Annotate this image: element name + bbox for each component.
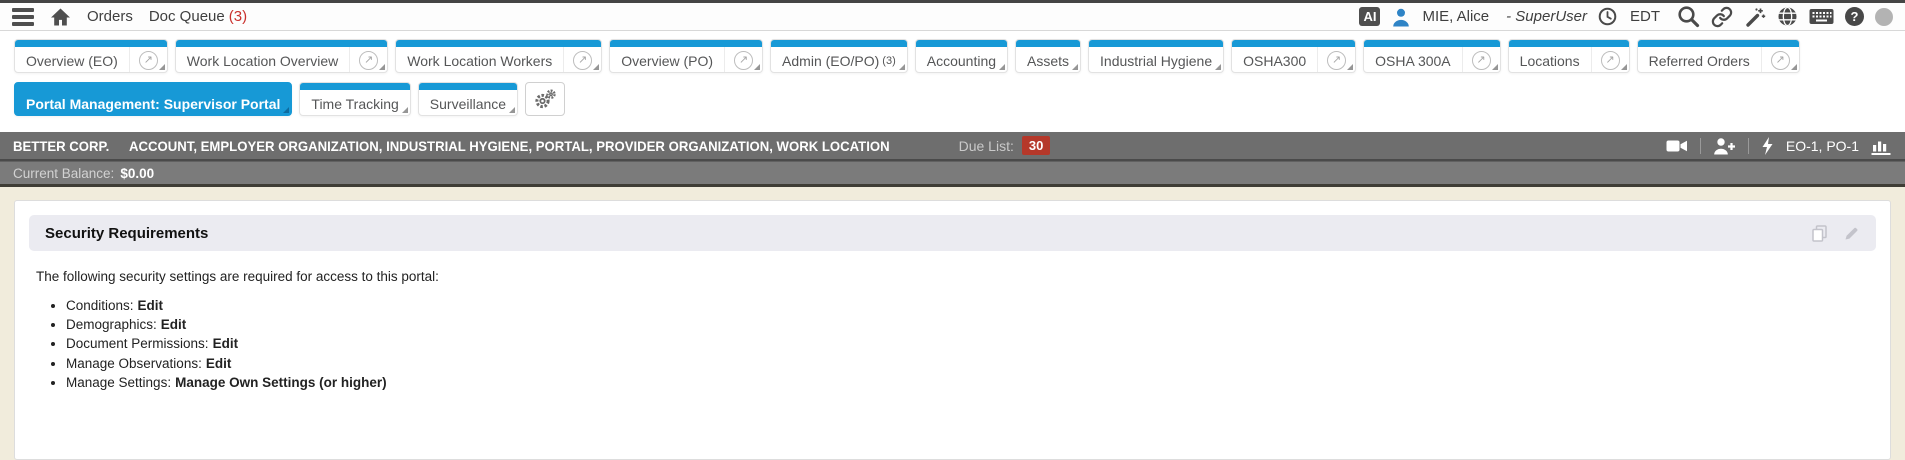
due-list-label: Due List: [959, 138, 1014, 154]
tab-accounting[interactable]: Accounting [915, 39, 1008, 73]
nav-orders-link[interactable]: Orders [87, 8, 133, 25]
admin-tab-count: (3) [882, 55, 895, 67]
tab-locations[interactable]: Locations ↗ [1508, 39, 1630, 73]
tab-drag-corner [402, 107, 408, 113]
tab-drag-corner [1791, 64, 1797, 70]
due-list-count-badge[interactable]: 30 [1022, 136, 1050, 155]
bar-chart-icon[interactable] [1871, 137, 1892, 155]
panel-header: Security Requirements [29, 215, 1876, 251]
tab-industrial-hygiene[interactable]: Industrial Hygiene [1088, 39, 1224, 73]
tab-drag-corner [899, 64, 905, 70]
add-user-icon[interactable] [1713, 137, 1736, 155]
tab-drag-corner [509, 107, 515, 113]
home-icon[interactable] [50, 7, 71, 27]
tab-work-location-overview[interactable]: Work Location Overview ↗ [175, 39, 388, 73]
globe-icon[interactable] [1777, 6, 1798, 27]
page-content: Security Requirements The following secu… [0, 187, 1905, 460]
tab-strip: Overview (EO) ↗ Work Location Overview ↗… [0, 31, 1905, 132]
tab-overview-po[interactable]: Overview (PO) ↗ [609, 39, 763, 73]
link-icon[interactable] [1711, 6, 1733, 28]
top-navbar: Orders Doc Queue(3) AI MIE, Alice - Supe… [0, 3, 1905, 31]
balance-label: Current Balance: [13, 166, 114, 181]
tab-drag-corner [283, 107, 289, 113]
chart-context-bar: BETTER CORP. ACCOUNT, EMPLOYER ORGANIZAT… [0, 132, 1905, 161]
user-role: - SuperUser [1506, 8, 1587, 25]
tab-drag-corner [1621, 64, 1627, 70]
tab-drag-corner [593, 64, 599, 70]
tab-drag-corner [379, 64, 385, 70]
requirement-item: Manage Settings:Manage Own Settings (or … [66, 375, 1872, 391]
requirement-item: Conditions:Edit [66, 298, 1872, 314]
search-icon[interactable] [1677, 5, 1700, 28]
tab-drag-corner [159, 64, 165, 70]
magic-wand-icon[interactable] [1744, 6, 1766, 28]
tab-time-tracking[interactable]: Time Tracking [299, 82, 410, 116]
edit-pencil-icon[interactable] [1843, 225, 1860, 242]
security-requirements-list: Conditions:Edit Demographics:Edit Docume… [36, 298, 1872, 391]
tab-drag-corner [1072, 64, 1078, 70]
balance-value: $0.00 [120, 166, 154, 181]
balance-bar: Current Balance: $0.00 [0, 161, 1905, 187]
panel-body: The following security settings are requ… [29, 251, 1876, 391]
user-icon[interactable] [1391, 7, 1411, 27]
tab-admin-eo-po[interactable]: Admin (EO/PO)(3) [770, 39, 908, 73]
ai-badge[interactable]: AI [1359, 7, 1380, 26]
context-scope-list: ACCOUNT, EMPLOYER ORGANIZATION, INDUSTRI… [129, 138, 890, 154]
requirement-item: Demographics:Edit [66, 317, 1872, 333]
tab-drag-corner [1347, 64, 1353, 70]
copy-document-icon[interactable] [1811, 225, 1828, 242]
quick-nav-label[interactable]: EO-1, PO-1 [1786, 138, 1859, 154]
lightning-icon[interactable] [1761, 137, 1774, 155]
tab-work-location-workers[interactable]: Work Location Workers ↗ [395, 39, 602, 73]
status-indicator-circle[interactable] [1875, 8, 1893, 26]
video-camera-icon[interactable] [1666, 138, 1688, 154]
tab-row-2: Portal Management: Supervisor Portal Tim… [14, 82, 1891, 116]
user-name[interactable]: MIE, Alice [1422, 8, 1489, 25]
security-requirements-panel: Security Requirements The following secu… [14, 200, 1891, 460]
panel-title: Security Requirements [45, 225, 208, 242]
tab-settings-gears-button[interactable] [525, 82, 565, 116]
clock-icon[interactable] [1598, 7, 1617, 26]
requirement-item: Manage Observations:Edit [66, 356, 1872, 372]
keyboard-icon[interactable] [1809, 8, 1834, 25]
tab-drag-corner [999, 64, 1005, 70]
doc-queue-count: (3) [229, 8, 247, 25]
tab-referred-orders[interactable]: Referred Orders ↗ [1637, 39, 1800, 73]
help-icon[interactable]: ? [1845, 7, 1864, 26]
timezone-label: EDT [1630, 8, 1660, 25]
security-intro-text: The following security settings are requ… [36, 269, 1872, 284]
tab-overview-eo[interactable]: Overview (EO) ↗ [14, 39, 168, 73]
due-list[interactable]: Due List: 30 [959, 136, 1051, 155]
company-name[interactable]: BETTER CORP. [13, 138, 109, 154]
tab-drag-corner [754, 64, 760, 70]
tab-drag-corner [1492, 64, 1498, 70]
tab-row-1: Overview (EO) ↗ Work Location Overview ↗… [14, 39, 1891, 73]
divider [1748, 138, 1749, 154]
tab-osha300[interactable]: OSHA300 ↗ [1231, 39, 1356, 73]
tab-drag-corner [1215, 64, 1221, 70]
hamburger-menu-icon[interactable] [12, 8, 34, 26]
gears-icon [533, 89, 557, 110]
tab-surveillance[interactable]: Surveillance [418, 82, 518, 116]
tab-osha300a[interactable]: OSHA 300A ↗ [1363, 39, 1501, 73]
nav-doc-queue-link[interactable]: Doc Queue(3) [149, 8, 247, 25]
tab-assets[interactable]: Assets [1015, 39, 1081, 73]
divider [1700, 138, 1701, 154]
tab-portal-management-supervisor-portal[interactable]: Portal Management: Supervisor Portal [14, 82, 292, 116]
requirement-item: Document Permissions:Edit [66, 336, 1872, 352]
